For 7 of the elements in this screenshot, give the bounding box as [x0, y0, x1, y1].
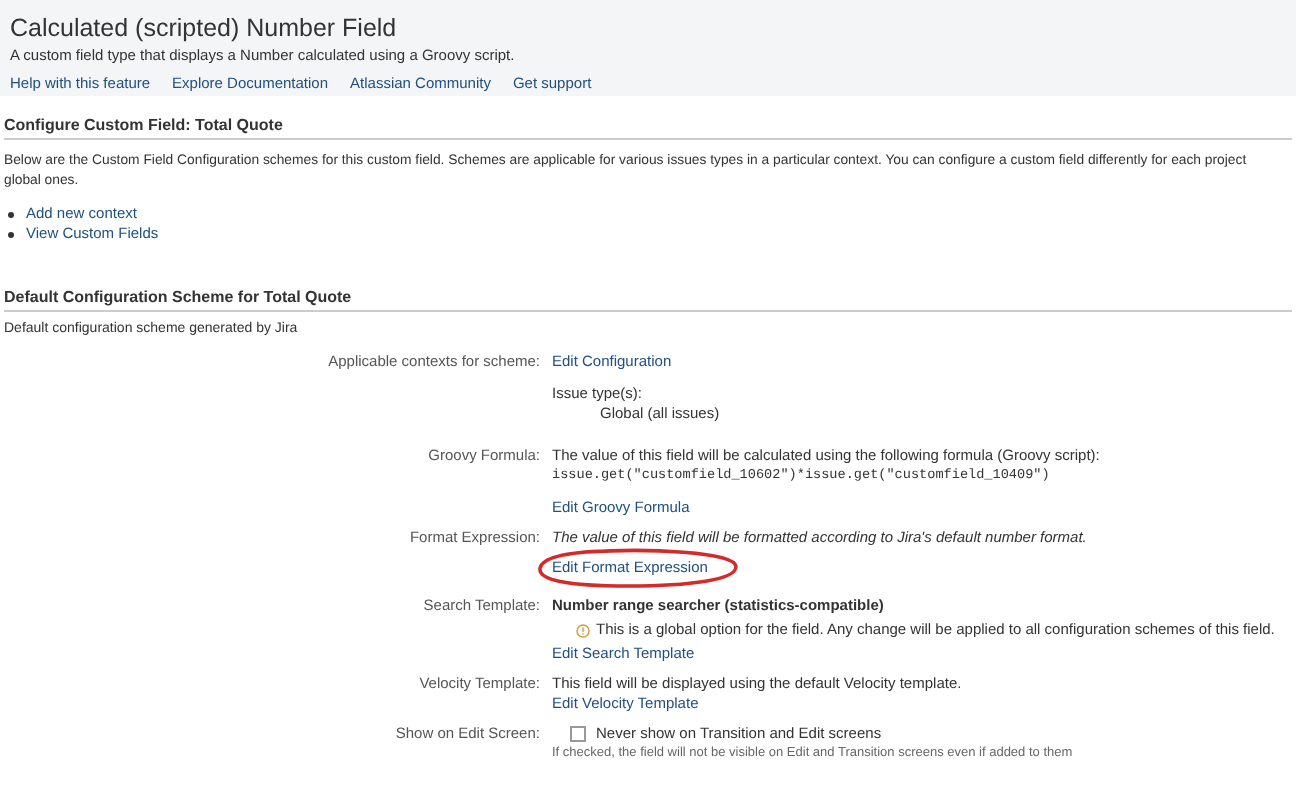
- checkbox[interactable]: [570, 726, 586, 742]
- bullet-icon: [8, 211, 14, 217]
- section-heading: Default Configuration Scheme for Total Quote: [4, 286, 1292, 312]
- info-icon: [576, 623, 590, 637]
- bullet-icon: [8, 231, 14, 237]
- page-title: Calculated (scripted) Number Field: [10, 14, 399, 44]
- section-heading: Configure Custom Field: Total Quote: [4, 114, 1292, 140]
